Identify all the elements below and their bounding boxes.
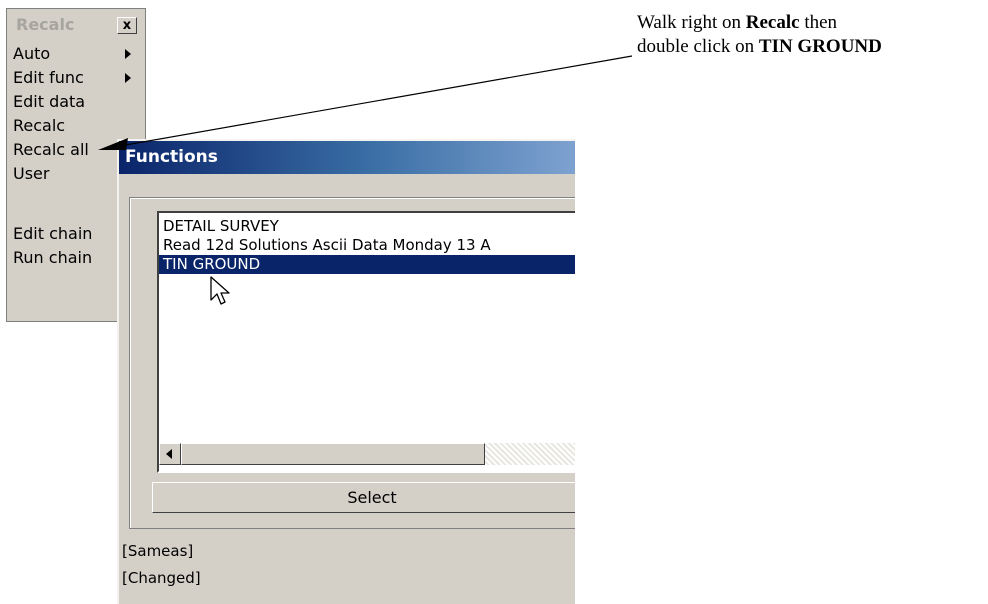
functions-dialog: Functions DETAIL SURVEY Read 12d Solutio…: [117, 139, 575, 604]
submenu-arrow-icon: [125, 73, 131, 83]
list-item-detail-survey[interactable]: DETAIL SURVEY: [159, 217, 575, 236]
menu-item-label: Recalc all: [13, 140, 89, 159]
status-changed: [Changed]: [122, 569, 201, 587]
submenu-arrow-icon: [125, 49, 131, 59]
menu-item-label: Run chain: [13, 248, 93, 267]
menu-item-edit-data[interactable]: Edit data: [13, 91, 141, 113]
menu-item-label: Auto: [13, 44, 51, 63]
list-item-tin-ground[interactable]: TIN GROUND: [159, 255, 575, 274]
status-sameas: [Sameas]: [122, 542, 194, 560]
scroll-thumb[interactable]: [181, 443, 485, 465]
menu-item-label: Edit data: [13, 92, 86, 111]
horizontal-scrollbar[interactable]: [159, 443, 575, 465]
dialog-titlebar[interactable]: Functions: [119, 141, 575, 174]
menu-item-label: Edit chain: [13, 224, 93, 243]
close-icon[interactable]: x: [117, 17, 137, 34]
menu-item-edit-func[interactable]: Edit func: [13, 67, 141, 89]
menu-item-label: Recalc: [13, 116, 66, 135]
menu-titlebar: Recalc x: [10, 14, 144, 36]
select-button[interactable]: Select: [152, 482, 575, 513]
annotation-line-2: double click on TIN GROUND: [637, 36, 882, 57]
annotation-line-1: Walk right on Recalc then: [637, 12, 838, 33]
dialog-title: Functions: [125, 147, 218, 167]
functions-listbox[interactable]: DETAIL SURVEY Read 12d Solutions Ascii D…: [157, 211, 575, 473]
mouse-pointer-icon: [210, 276, 230, 305]
menu-item-label: Edit func: [13, 68, 84, 87]
menu-title: Recalc: [16, 15, 75, 34]
menu-item-auto[interactable]: Auto: [13, 43, 141, 65]
list-item-read-ascii-data[interactable]: Read 12d Solutions Ascii Data Monday 13 …: [159, 236, 575, 255]
instruction-annotation: Walk right on Recalc then double click o…: [637, 11, 987, 59]
menu-item-label: User: [13, 164, 50, 183]
scroll-left-icon[interactable]: [159, 443, 181, 465]
menu-item-recalc[interactable]: Recalc: [13, 115, 141, 137]
